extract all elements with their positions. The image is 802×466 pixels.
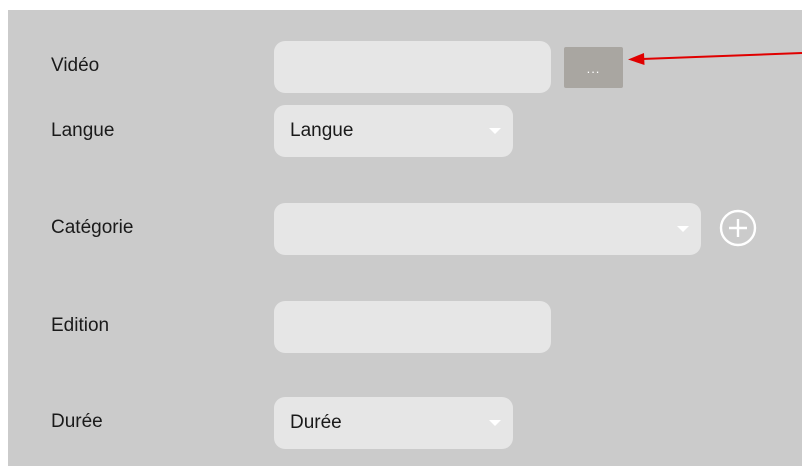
categorie-label: Catégorie	[51, 217, 134, 238]
video-path-field[interactable]	[274, 41, 551, 93]
chevron-down-icon	[489, 420, 501, 426]
annotation-arrow-icon	[628, 52, 802, 65]
langue-select-value: Langue	[290, 120, 354, 141]
edition-label: Edition	[51, 315, 110, 336]
langue-select[interactable]: Langue	[274, 105, 513, 157]
duree-select[interactable]: Durée	[274, 397, 513, 449]
add-category-plus-circle-icon[interactable]	[719, 209, 757, 247]
form-panel: Vidéo ... Langue Langue Catégorie Editio…	[8, 10, 802, 466]
chevron-down-icon	[677, 226, 689, 232]
duree-select-value: Durée	[290, 412, 342, 433]
browse-button[interactable]: ...	[564, 47, 623, 88]
duree-label: Durée	[51, 411, 103, 432]
categorie-select[interactable]	[274, 203, 701, 255]
edition-field[interactable]	[274, 301, 551, 353]
chevron-down-icon	[489, 128, 501, 134]
video-label: Vidéo	[51, 55, 100, 76]
langue-label: Langue	[51, 120, 115, 141]
